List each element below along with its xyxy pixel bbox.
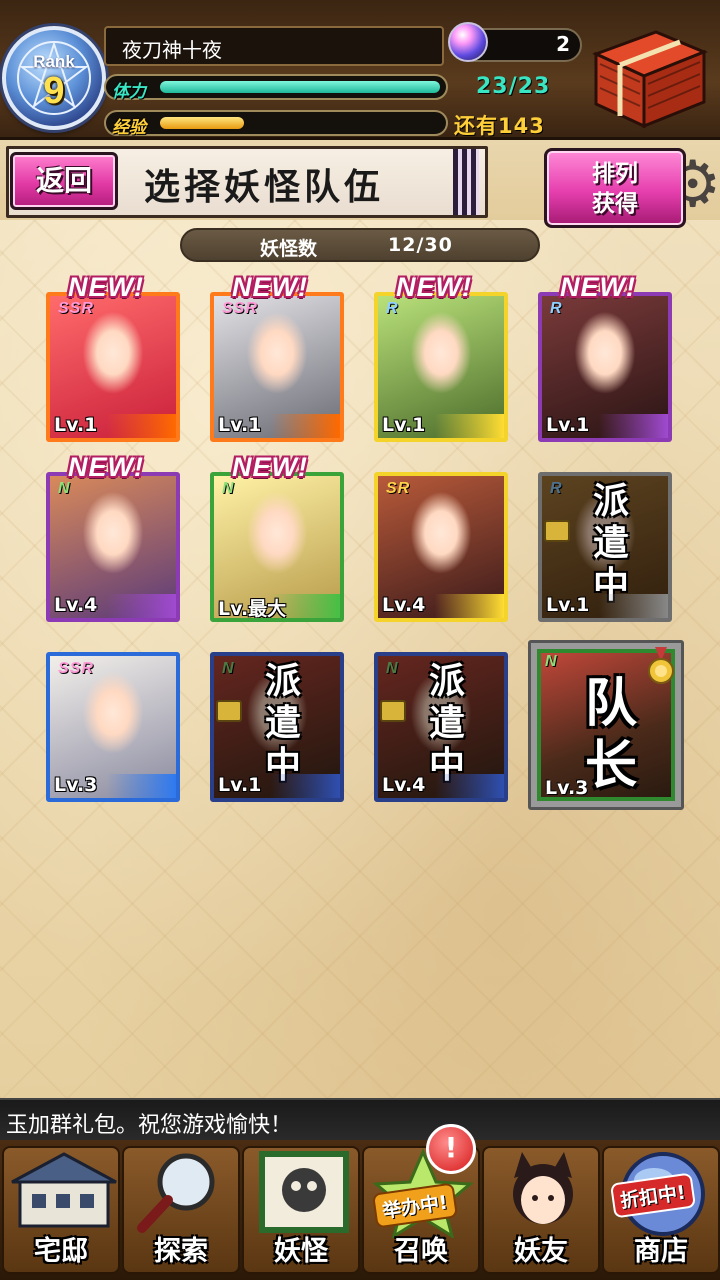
exp-remaining: 还有143 bbox=[454, 114, 545, 138]
yokai-card[interactable]: N Lv.4 bbox=[46, 472, 180, 622]
sort-button[interactable]: 排列 获得 bbox=[544, 148, 686, 228]
news-ticker: 玉加群礼包。祝您游戏愉快！ bbox=[0, 1098, 720, 1140]
stamina-value: 23/23 bbox=[476, 74, 551, 99]
nav-label: 召唤 bbox=[394, 1236, 448, 1267]
sort-label-line1: 排列 bbox=[592, 161, 638, 187]
card-level: Lv.1 bbox=[214, 774, 340, 798]
nav-explore[interactable]: 探索 bbox=[122, 1146, 240, 1274]
yokai-card[interactable]: N Lv.最大 bbox=[210, 472, 344, 622]
card-level: Lv.1 bbox=[542, 594, 668, 618]
new-tag: NEW! bbox=[68, 272, 144, 302]
yokai-card[interactable]: N 派遣中 Lv.4 bbox=[374, 652, 508, 802]
card-level: Lv.4 bbox=[378, 594, 504, 618]
card-level: Lv.1 bbox=[214, 414, 340, 438]
rarity-badge: SSR bbox=[58, 660, 94, 677]
card-level: Lv.1 bbox=[542, 414, 668, 438]
dispatch-label: 派遣中 bbox=[592, 480, 629, 606]
mansion-icon bbox=[11, 1152, 117, 1228]
new-tag: NEW! bbox=[68, 452, 144, 482]
card-level: Lv.3 bbox=[545, 777, 589, 799]
yokai-card[interactable]: R 派遣中 Lv.1 bbox=[538, 472, 672, 622]
rank-badge[interactable]: Rank 9 bbox=[2, 26, 106, 130]
back-button[interactable]: 返回 bbox=[10, 152, 118, 210]
nav-shop[interactable]: 折扣中! 商店 bbox=[602, 1146, 720, 1274]
leader-card[interactable]: N 队长 Lv.3 bbox=[528, 640, 684, 810]
stamina-bar: 体力 bbox=[104, 74, 448, 102]
card-level: Lv.3 bbox=[50, 774, 176, 798]
sort-label-line2: 获得 bbox=[592, 191, 638, 217]
yokai-count-label: 妖怪数 bbox=[260, 238, 318, 260]
nav-label: 妖怪 bbox=[274, 1236, 328, 1267]
rank-label: Rank bbox=[33, 52, 75, 71]
yokai-card[interactable]: R Lv.1 bbox=[374, 292, 508, 442]
stamina-fill bbox=[160, 81, 440, 93]
medal-icon bbox=[647, 647, 675, 687]
yokai-card[interactable]: SR Lv.4 bbox=[374, 472, 508, 622]
exp-fill bbox=[160, 117, 244, 129]
yokai-card[interactable]: R Lv.1 bbox=[538, 292, 672, 442]
rarity-badge: SR bbox=[386, 480, 411, 497]
exp-label: 经验 bbox=[112, 118, 146, 138]
yokai-card[interactable]: SSR Lv.1 bbox=[46, 292, 180, 442]
card-level: Lv.1 bbox=[50, 414, 176, 438]
friend-avatar-icon bbox=[513, 1152, 573, 1224]
lock-icon bbox=[216, 700, 242, 722]
card-level: Lv.最大 bbox=[214, 594, 340, 618]
dispatch-label: 派遣中 bbox=[428, 660, 465, 786]
crystal-orb-icon bbox=[448, 22, 488, 62]
nav-label: 妖友 bbox=[514, 1236, 568, 1267]
scroll-icon bbox=[259, 1151, 349, 1233]
new-tag: NEW! bbox=[560, 272, 636, 302]
nav-friends[interactable]: 妖友 bbox=[482, 1146, 600, 1274]
page-title: 选择妖怪队伍 bbox=[144, 166, 385, 208]
stamina-label: 体力 bbox=[112, 82, 146, 102]
yokai-count-bar: 妖怪数 12/30 bbox=[180, 228, 540, 262]
nav-yokai[interactable]: 妖怪 bbox=[242, 1146, 360, 1274]
new-tag: NEW! bbox=[232, 272, 308, 302]
rarity-badge: N bbox=[545, 653, 557, 670]
card-level: Lv.4 bbox=[378, 774, 504, 798]
nav-mansion[interactable]: 宅邸 bbox=[2, 1146, 120, 1274]
player-name: 夜刀神十夜 bbox=[104, 26, 444, 66]
new-tag: NEW! bbox=[232, 452, 308, 482]
alert-icon: ! bbox=[426, 1124, 476, 1174]
rank-number: 9 bbox=[43, 70, 65, 112]
exp-bar: 经验 bbox=[104, 110, 448, 138]
lock-icon bbox=[380, 700, 406, 722]
magnifier-icon bbox=[137, 1153, 215, 1233]
lock-icon bbox=[544, 520, 570, 542]
gift-box-icon[interactable] bbox=[586, 24, 710, 132]
new-tag: NEW! bbox=[396, 272, 472, 302]
card-level: Lv.1 bbox=[378, 414, 504, 438]
yokai-count-value: 12/30 bbox=[388, 234, 453, 256]
yokai-card[interactable]: N 派遣中 Lv.1 bbox=[210, 652, 344, 802]
card-level: Lv.4 bbox=[50, 594, 176, 618]
yokai-card[interactable]: SSR Lv.1 bbox=[210, 292, 344, 442]
dispatch-label: 派遣中 bbox=[264, 660, 301, 786]
nav-label: 探索 bbox=[154, 1236, 208, 1267]
nav-label: 宅邸 bbox=[34, 1236, 88, 1267]
gem-count: 2 bbox=[556, 32, 570, 56]
nav-label: 商店 bbox=[634, 1236, 688, 1267]
yokai-card[interactable]: SSR Lv.3 bbox=[46, 652, 180, 802]
